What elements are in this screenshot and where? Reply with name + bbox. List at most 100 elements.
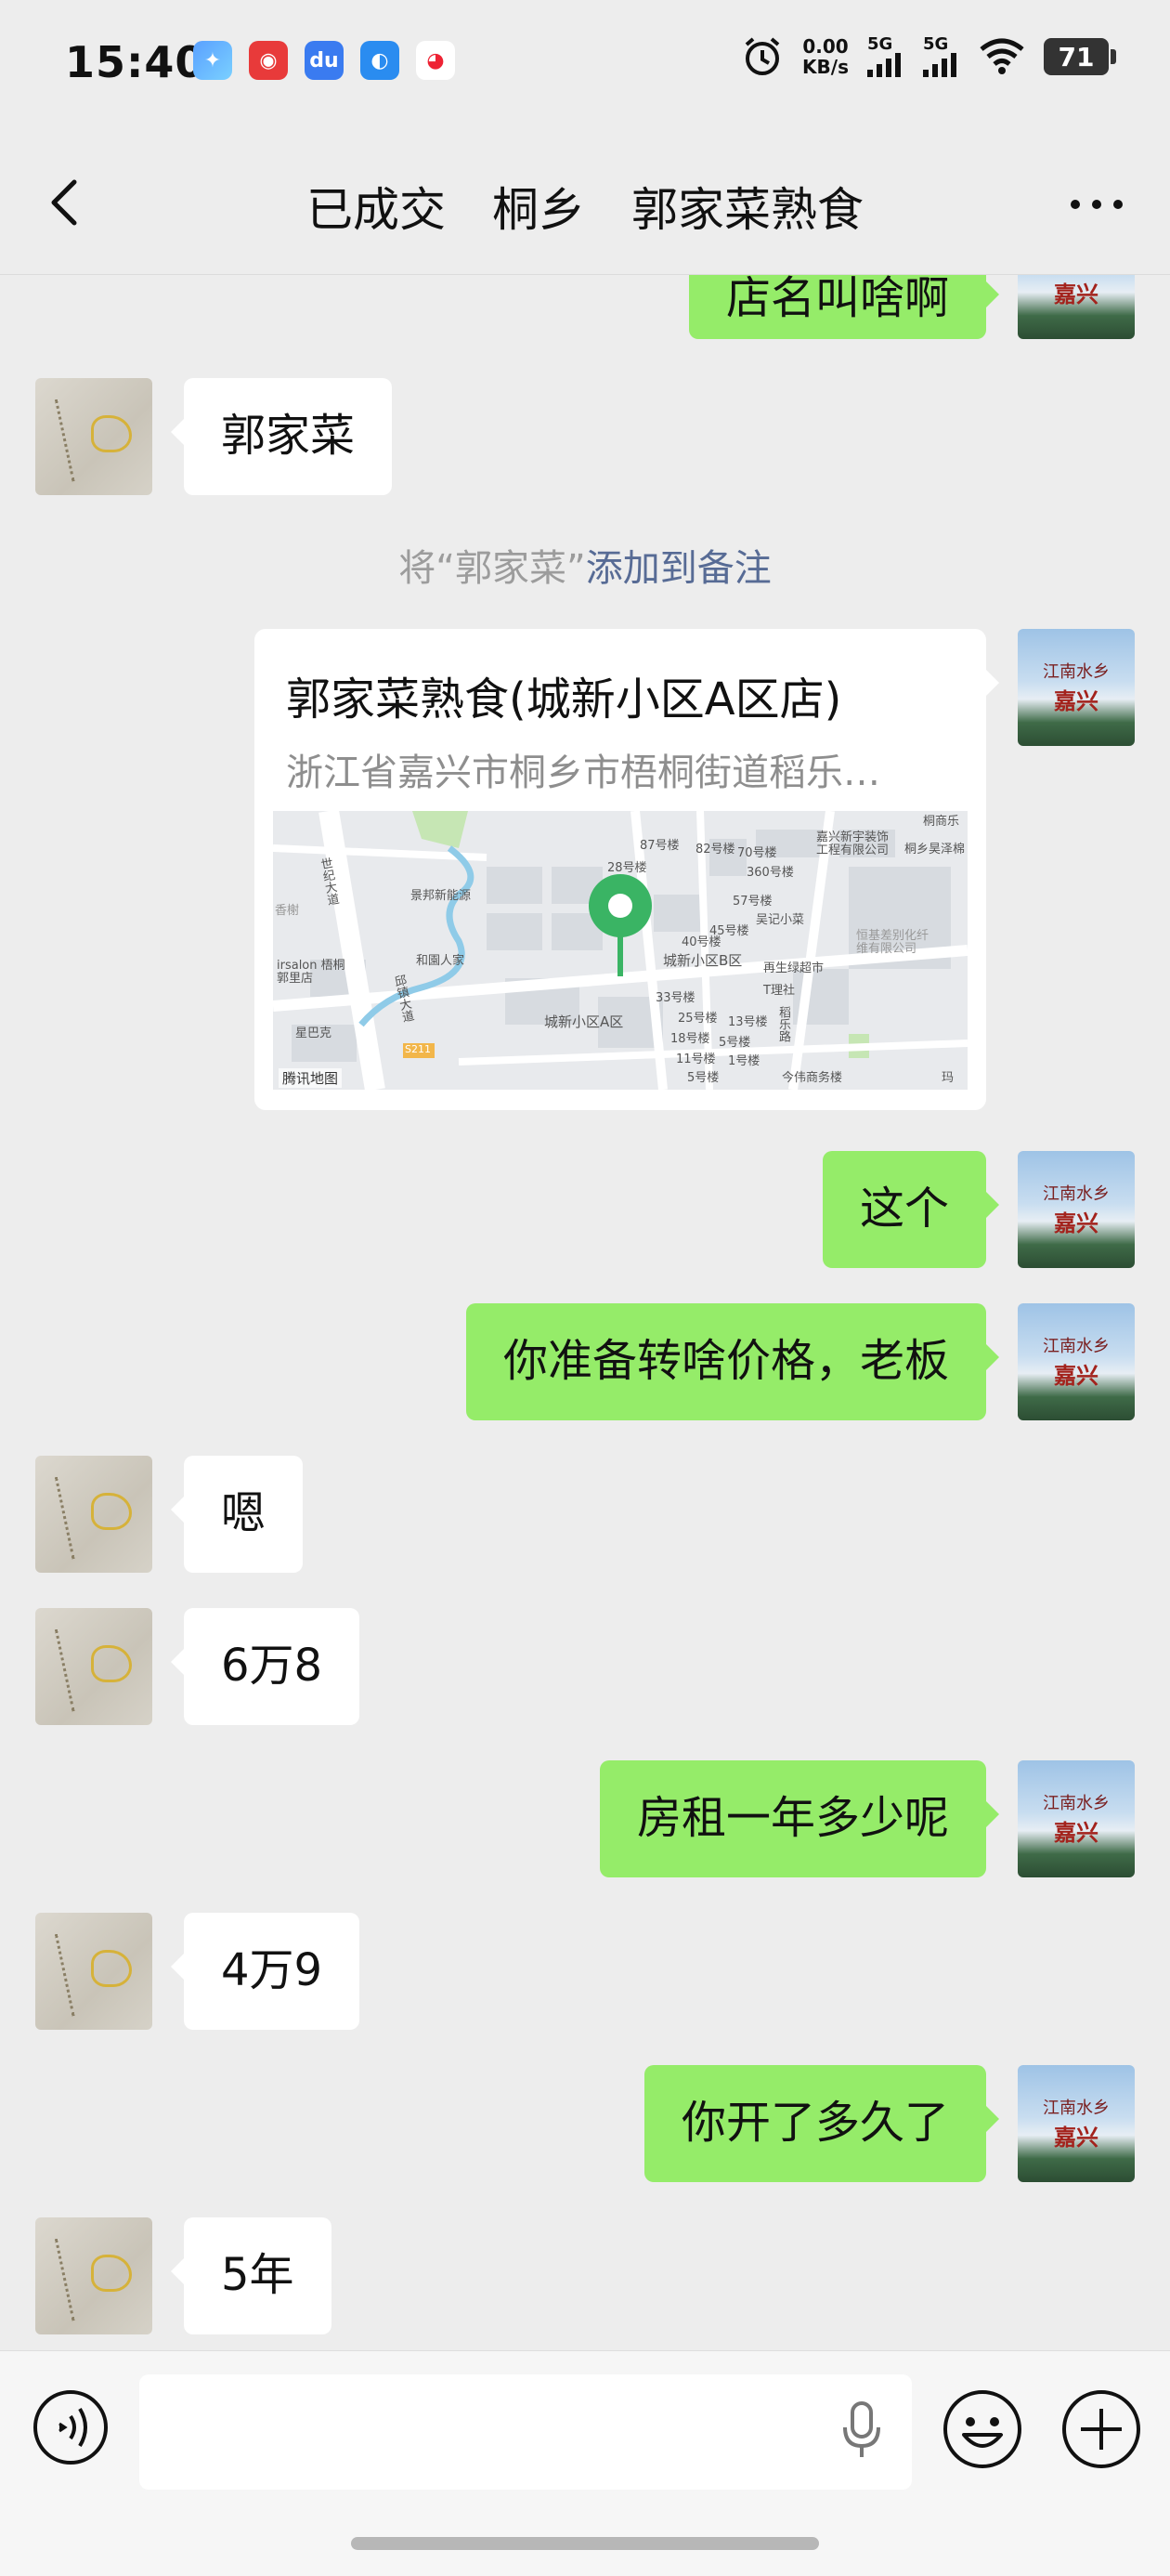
app-notification-icon: ✦ bbox=[193, 41, 232, 80]
map-label: 邱镇大道 bbox=[390, 974, 415, 1024]
signal-bars-icon bbox=[923, 53, 956, 77]
battery-indicator: 71 bbox=[1044, 38, 1116, 75]
avatar-text: 嘉兴 bbox=[1054, 1819, 1098, 1846]
message-bubble-received[interactable]: 嗯 bbox=[170, 1456, 304, 1573]
contact-avatar[interactable] bbox=[35, 2217, 152, 2334]
map-label: 桐商乐 bbox=[923, 815, 960, 829]
message-bubble-sent[interactable]: 你准备转啥价格，老板 bbox=[465, 1303, 1000, 1420]
voice-mode-icon[interactable] bbox=[32, 2388, 110, 2466]
plus-icon[interactable] bbox=[1060, 2388, 1142, 2470]
avatar-text: 嘉兴 bbox=[1054, 1362, 1098, 1389]
message-bubble-sent[interactable]: 这个 bbox=[822, 1151, 1000, 1268]
avatar-text: 江南水乡 bbox=[1043, 2099, 1110, 2118]
map-label: 嘉兴新宇装饰工程有限公司 bbox=[816, 830, 890, 857]
map-label: 稻乐路 bbox=[776, 1006, 790, 1042]
message-bubble-received[interactable]: 郭家菜 bbox=[170, 378, 393, 495]
signal-2: 5G bbox=[923, 36, 960, 77]
contact-avatar[interactable] bbox=[35, 1913, 152, 2030]
map-label: 33号楼 bbox=[656, 991, 696, 1005]
status-bar: 15:40 ✦ ◉ du ◐ ◕ 0.00 KB/s 5G 5G 71 bbox=[0, 0, 1170, 130]
signal-bars-icon bbox=[867, 53, 901, 77]
map-label: 70号楼 bbox=[737, 846, 777, 860]
map-label: 5号楼 bbox=[719, 1036, 751, 1050]
contact-avatar[interactable] bbox=[35, 1456, 152, 1573]
signal-1: 5G bbox=[867, 36, 904, 77]
avatar-text: 嘉兴 bbox=[1054, 281, 1098, 307]
map-label: 今伟商务楼 bbox=[782, 1071, 843, 1085]
location-address: 浙江省嘉兴市桐乡市梧桐街道稻乐… bbox=[286, 752, 880, 794]
wifi-icon bbox=[980, 38, 1024, 74]
message-bubble-received[interactable]: 4万9 bbox=[170, 1913, 360, 2030]
map-label: 香榭 bbox=[275, 904, 300, 918]
system-note-text: 将“郭家菜” bbox=[398, 547, 586, 590]
contact-avatar[interactable] bbox=[35, 1608, 152, 1725]
chat-title: 已成交 桐乡 郭家菜熟食 bbox=[306, 183, 864, 237]
map-label: 桐乡昊泽棉 bbox=[904, 843, 966, 856]
emoji-icon[interactable] bbox=[942, 2388, 1023, 2470]
map-label: 星巴克 bbox=[295, 1026, 332, 1040]
weibo-app-icon: ◕ bbox=[416, 41, 455, 80]
map-label: 11号楼 bbox=[676, 1053, 716, 1066]
my-avatar[interactable]: 江南水乡 嘉兴 bbox=[1018, 2065, 1135, 2182]
contact-avatar[interactable] bbox=[35, 378, 152, 495]
map-label: irsalon 梧桐郭里店 bbox=[277, 959, 345, 986]
my-avatar[interactable]: 江南水乡 嘉兴 bbox=[1018, 1303, 1135, 1420]
avatar-text: 江南水乡 bbox=[1043, 1794, 1110, 1813]
signal-2-label: 5G bbox=[923, 34, 949, 54]
map-label: 玛 bbox=[942, 1071, 955, 1085]
status-time: 15:40 bbox=[65, 37, 206, 87]
my-avatar[interactable]: 江南水乡 嘉兴 bbox=[1018, 274, 1135, 339]
map-label: 5号楼 bbox=[687, 1071, 720, 1085]
location-map[interactable]: 87号楼 82号楼 70号楼 360号楼 嘉兴新宇装饰工程有限公司 桐乡昊泽棉 … bbox=[273, 811, 968, 1090]
status-app-icons: ✦ ◉ du ◐ ◕ bbox=[193, 41, 455, 80]
map-label: 57号楼 bbox=[733, 895, 773, 909]
map-label: 40号楼 bbox=[682, 935, 722, 949]
map-label: S211 bbox=[405, 1043, 431, 1055]
music-app-icon: ◉ bbox=[249, 41, 288, 80]
message-bubble-sent[interactable]: 房租一年多少呢 bbox=[599, 1760, 1000, 1877]
map-label: 再生绿超市 bbox=[763, 961, 825, 975]
signal-1-label: 5G bbox=[867, 34, 893, 54]
map-label: T理社 bbox=[763, 984, 795, 998]
system-note: 将“郭家菜”添加到备注 bbox=[0, 538, 1170, 592]
message-bubble-received[interactable]: 6万8 bbox=[170, 1608, 360, 1725]
baidu-app-icon: du bbox=[305, 41, 344, 80]
net-speed-unit: KB/s bbox=[802, 56, 849, 78]
home-indicator[interactable] bbox=[351, 2537, 819, 2550]
message-input[interactable] bbox=[139, 2374, 912, 2490]
map-label: 城新小区A区 bbox=[544, 1013, 624, 1030]
message-bubble-received[interactable]: 5年 bbox=[171, 2217, 332, 2334]
message-list[interactable]: 店名叫啥啊 江南水乡 嘉兴 郭家菜 将“郭家菜”添加到备注 郭家菜熟食(城新小区… bbox=[0, 274, 1170, 2350]
microphone-icon[interactable] bbox=[834, 2398, 890, 2463]
network-speed: 0.00 KB/s bbox=[802, 36, 849, 77]
add-to-remark-link[interactable]: 添加到备注 bbox=[586, 547, 772, 590]
my-avatar[interactable]: 江南水乡 嘉兴 bbox=[1018, 629, 1135, 746]
map-label: 13号楼 bbox=[728, 1015, 768, 1029]
message-input-bar bbox=[0, 2350, 1170, 2576]
avatar-text: 江南水乡 bbox=[1043, 662, 1110, 682]
map-label: 87号楼 bbox=[640, 839, 680, 853]
my-avatar[interactable]: 江南水乡 嘉兴 bbox=[1018, 1760, 1135, 1877]
map-labels: 87号楼 82号楼 70号楼 360号楼 嘉兴新宇装饰工程有限公司 桐乡昊泽棉 … bbox=[273, 811, 968, 1090]
chat-header: 已成交 桐乡 郭家菜熟食 bbox=[0, 130, 1170, 275]
map-label: 恒基差别化纤维有限公司 bbox=[856, 929, 930, 956]
status-indicators: 0.00 KB/s 5G 5G 71 bbox=[741, 35, 1116, 78]
map-label: 25号楼 bbox=[678, 1012, 718, 1026]
map-label: 18号楼 bbox=[670, 1032, 710, 1046]
avatar-text: 嘉兴 bbox=[1054, 1210, 1098, 1236]
map-label: 景邦新能源 bbox=[410, 889, 472, 903]
avatar-text: 嘉兴 bbox=[1054, 687, 1098, 714]
map-label: 28号楼 bbox=[607, 861, 647, 875]
map-label: 1号楼 bbox=[728, 1054, 760, 1068]
location-card[interactable]: 郭家菜熟食(城新小区A区店) 浙江省嘉兴市桐乡市梧桐街道稻乐… 87号楼 82号… bbox=[254, 629, 999, 1110]
net-speed-value: 0.00 bbox=[802, 35, 849, 58]
location-name: 郭家菜熟食(城新小区A区店) bbox=[286, 673, 842, 726]
message-bubble-sent[interactable]: 店名叫啥啊 bbox=[688, 274, 1000, 339]
message-bubble-sent[interactable]: 你开了多久了 bbox=[644, 2065, 1000, 2182]
map-label: 吴记小菜 bbox=[756, 913, 805, 927]
avatar-text: 江南水乡 bbox=[1043, 1337, 1110, 1356]
avatar-text: 江南水乡 bbox=[1043, 1184, 1110, 1204]
my-avatar[interactable]: 江南水乡 嘉兴 bbox=[1018, 1151, 1135, 1268]
more-options-icon[interactable] bbox=[1064, 186, 1129, 223]
browser-app-icon: ◐ bbox=[360, 41, 399, 80]
